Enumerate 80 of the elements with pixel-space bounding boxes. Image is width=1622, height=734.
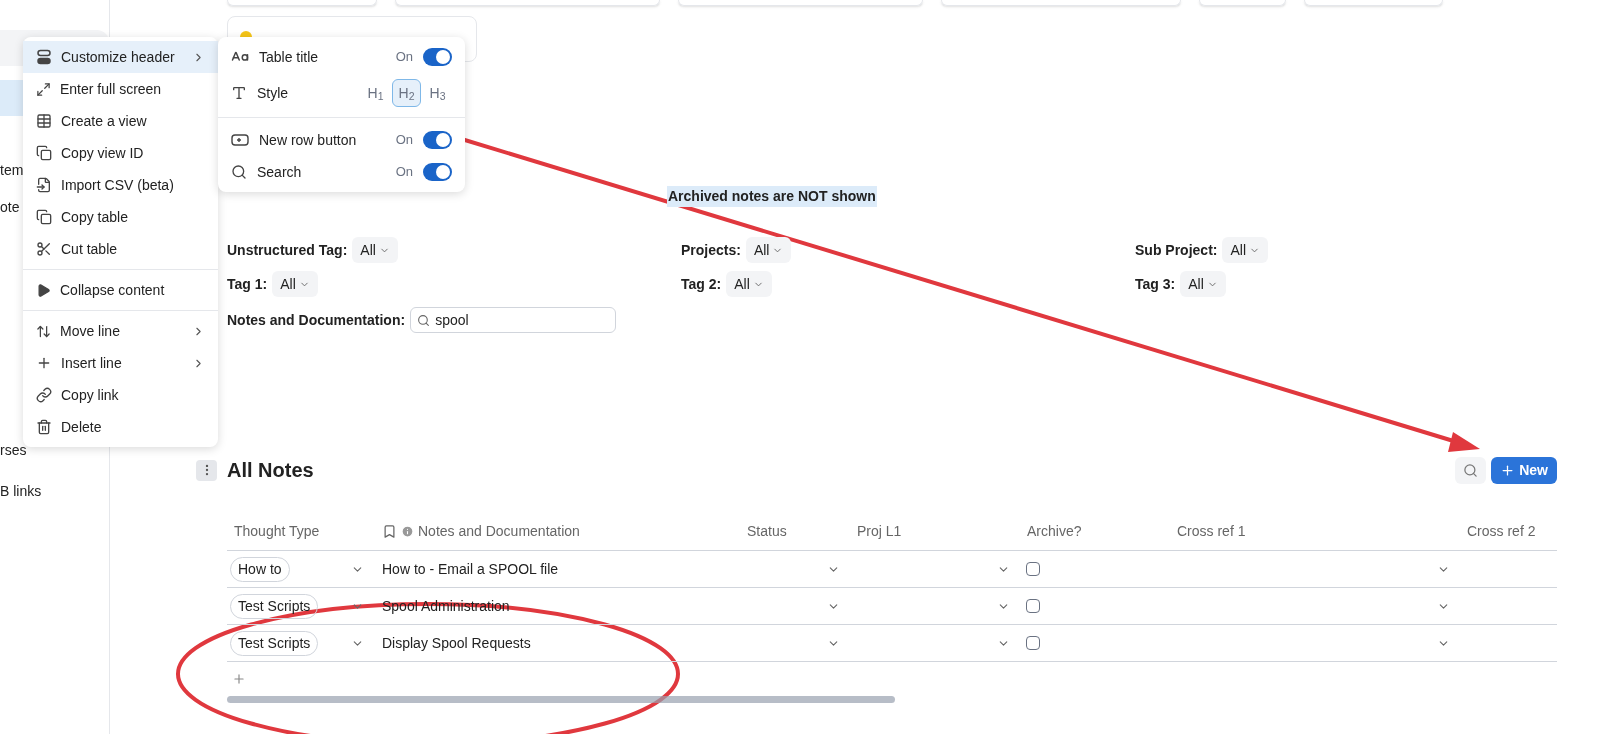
import-icon [36,177,52,193]
play-icon [36,282,51,298]
column-header[interactable]: Notes and Documentation [418,521,580,542]
filter-dropdown[interactable]: All [352,237,398,263]
table-icon [36,113,52,129]
filter-dropdown[interactable]: All [272,271,318,297]
column-header[interactable]: Status [747,521,787,542]
copy-icon [36,145,52,161]
arrows-icon [36,323,51,339]
search-icon [231,164,247,180]
notice-text: Archived notes are NOT shown [667,186,877,207]
scrollbar[interactable] [227,696,895,703]
search-field[interactable]: spool [410,307,617,333]
menu-item[interactable]: Collapse content [23,274,218,306]
menu-item[interactable]: Import CSV (beta) [23,169,218,201]
new-button[interactable]: New [1491,456,1557,484]
menu-item[interactable]: Copy table [23,201,218,233]
toggles-icon [36,49,52,65]
column-header[interactable]: Cross ref 1 [1177,521,1246,542]
heading-option[interactable]: H$_{1}$ [361,79,390,107]
info-icon [401,525,414,538]
filter-label: Projects: [681,240,741,260]
column-header[interactable]: Archive? [1027,521,1082,542]
table-title: All Notes [227,458,314,483]
menu-item[interactable]: Copy link [23,379,218,411]
toggle-state: On [395,48,413,67]
plus-icon [36,355,52,371]
plus-icon [1500,462,1516,478]
table-cell: Display Spool Requests [382,634,531,651]
column-header[interactable]: Proj L1 [857,521,902,542]
sidebar-item[interactable]: B links [0,481,109,502]
heading-option[interactable]: H$_{3}$ [423,79,452,107]
add-row-icon[interactable] [232,672,246,686]
checkbox[interactable] [1026,599,1040,613]
trash-icon [36,419,52,435]
heading-option[interactable]: H$_{2}$ [392,79,421,107]
menu-label: New row button [259,130,358,150]
filter-label: Sub Project: [1135,240,1218,260]
menu-item[interactable]: Customize header [23,41,218,73]
column-header[interactable]: Cross ref 2 [1467,521,1536,542]
expand-icon [36,81,51,97]
checkbox[interactable] [1026,562,1040,576]
menu-item[interactable]: Delete [23,411,218,443]
toggle-switch[interactable] [423,48,452,66]
checkbox[interactable] [1026,636,1040,650]
toggle-state: On [395,163,413,182]
filter-dropdown[interactable]: All [726,271,772,297]
toggle-state: On [395,131,413,150]
search-button[interactable] [1455,456,1487,484]
menu-item[interactable]: Enter full screen [23,73,218,105]
search-icon [417,313,431,327]
filter-dropdown[interactable]: All [745,237,792,263]
filter-dropdown[interactable]: All [1222,237,1269,263]
toggle-switch[interactable] [423,163,452,181]
copy-icon [36,209,52,225]
filter-label: Tag 3: [1135,274,1176,294]
menu-item[interactable]: Copy view ID [23,137,218,169]
menu-label: Table title [259,47,320,67]
column-header[interactable]: Thought Type [234,521,320,542]
menu-item[interactable]: Cut table [23,233,218,265]
menu-label: Style [257,83,290,103]
filter-label: Unstructured Tag: [227,240,348,260]
table-cell: How to - Email a SPOOL file [382,560,559,577]
bookmark-icon [382,524,397,539]
table-cell: Spool Administration [382,597,510,614]
search-icon [1463,462,1479,478]
menu-label: Search [257,162,303,182]
menu-item[interactable]: Insert line [23,347,218,379]
new-row-icon [231,133,249,147]
menu-item[interactable]: Move line [23,315,218,347]
menu-item[interactable]: Create a view [23,105,218,137]
scissors-icon [36,241,52,257]
more-button[interactable] [196,459,217,481]
filter-dropdown[interactable]: All [1180,271,1226,297]
text-size-icon [231,85,247,101]
link-icon [36,387,52,403]
filter-label: Notes and Documentation: [227,310,406,330]
toggle-switch[interactable] [423,131,452,149]
filter-label: Tag 2: [681,274,722,294]
filter-label: Tag 1: [227,274,268,294]
